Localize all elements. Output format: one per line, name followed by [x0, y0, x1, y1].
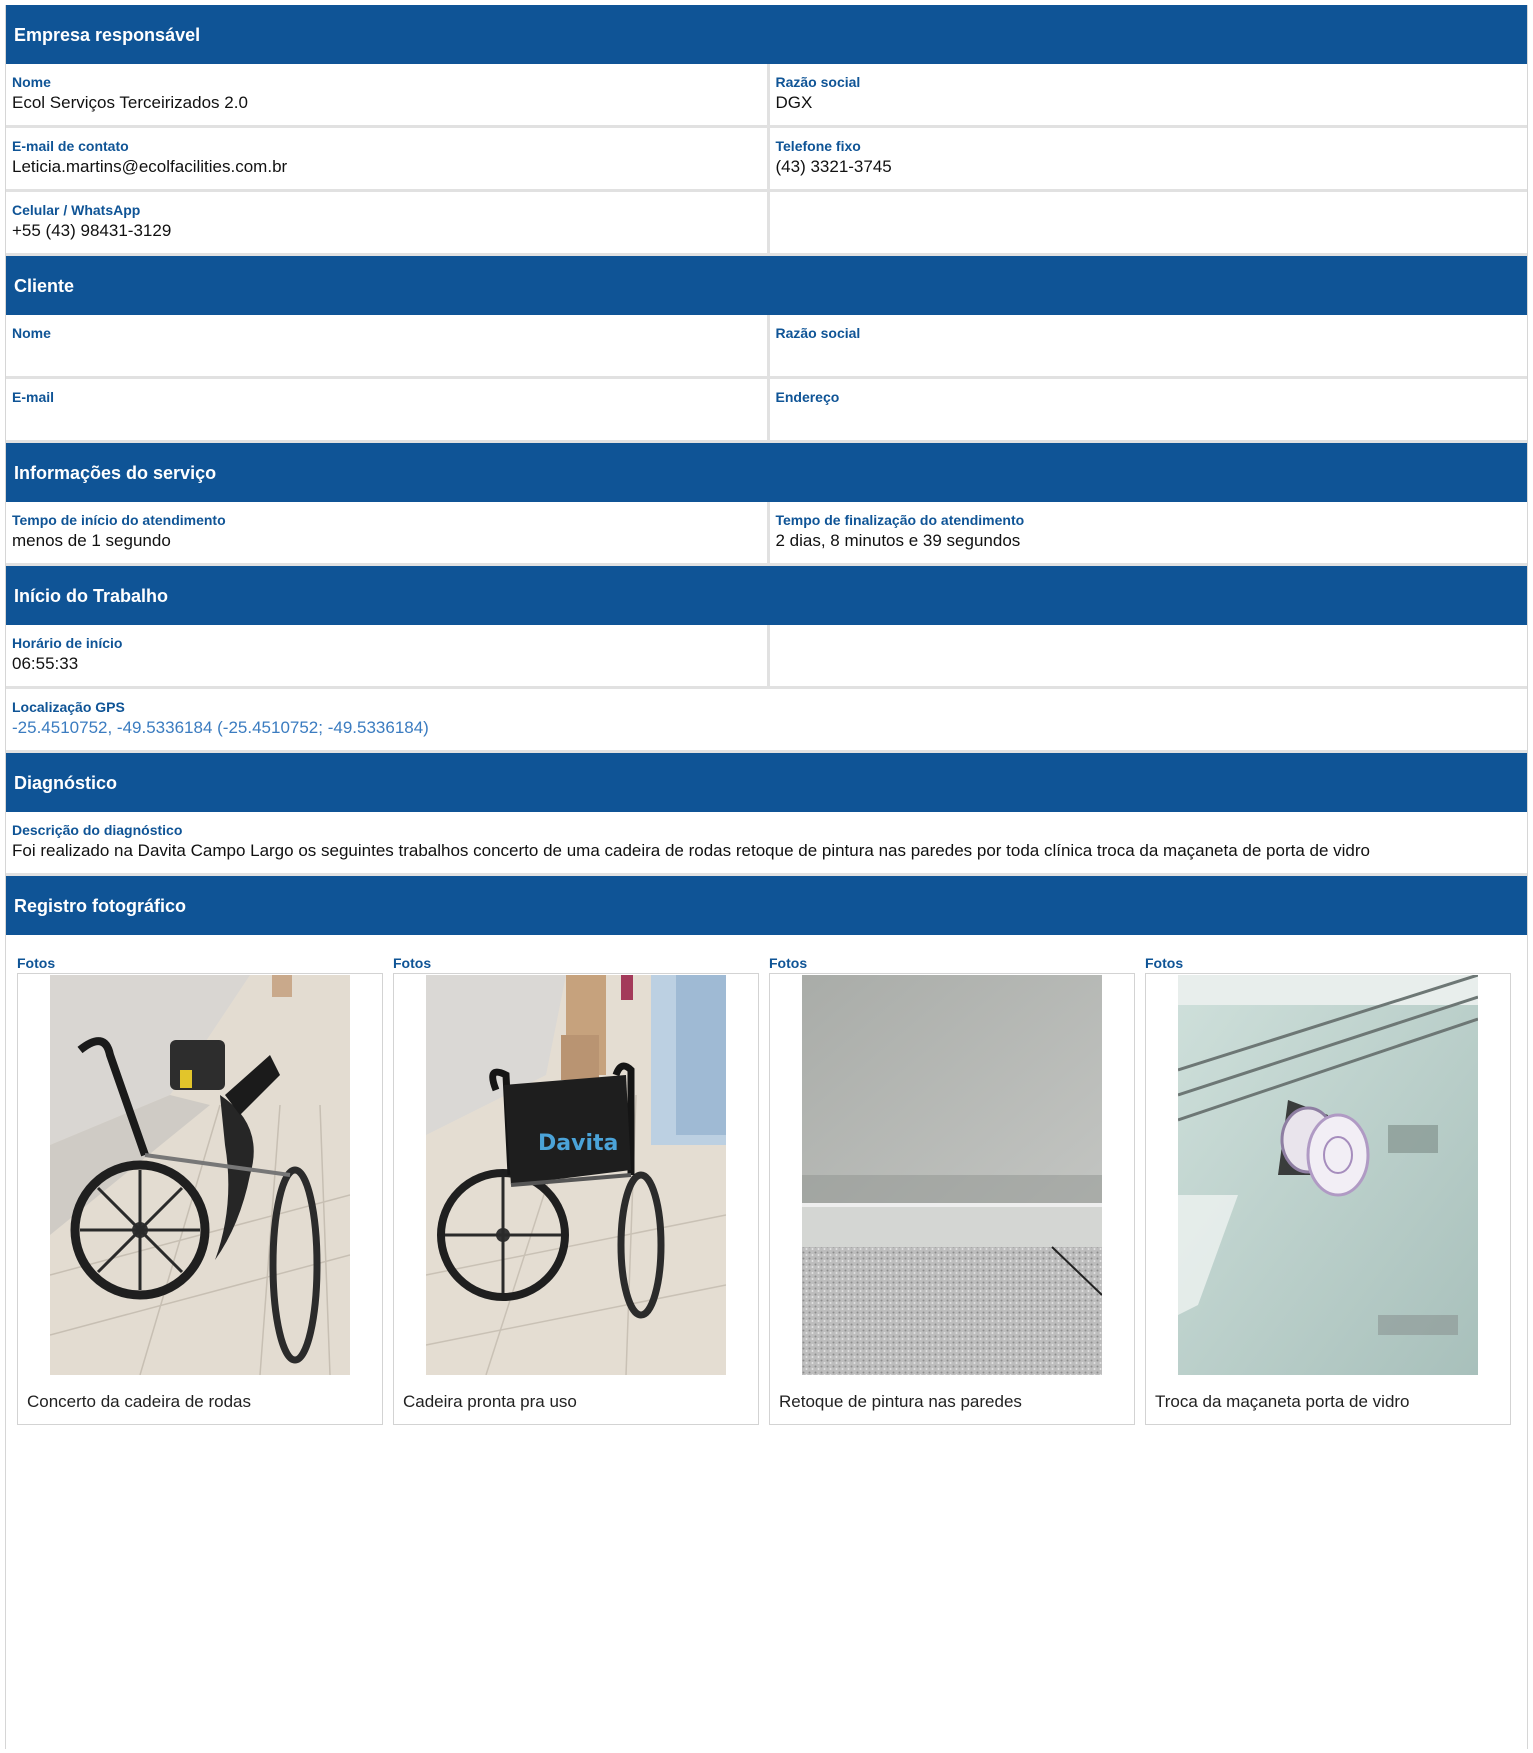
field-value: +55 (43) 98431-3129 — [12, 221, 172, 240]
davita-logo: Davita — [538, 1131, 618, 1156]
field-value — [776, 407, 1522, 429]
photo-caption: Cadeira pronta pra uso — [403, 1392, 577, 1411]
field-value: Ecol Serviços Terceirizados 2.0 — [12, 93, 248, 112]
empresa-telefone-field: Telefone fixo (43) 3321-3745 — [766, 128, 1528, 189]
photo-card[interactable]: Retoque de pintura nas paredes — [769, 973, 1135, 1425]
photo-glass-door-handle[interactable] — [1178, 975, 1478, 1375]
field-label: Tempo de finalização do atendimento — [775, 512, 1025, 528]
section-header-registro: Registro fotográfico — [6, 876, 1527, 935]
field-value: Leticia.martins@ecolfacilities.com.br — [12, 157, 288, 176]
photo-card[interactable]: Concerto da cadeira de rodas — [17, 973, 383, 1425]
empty-cell — [766, 192, 1528, 253]
trabalho-row-2: Localização GPS -25.4510752, -49.5336184… — [6, 689, 1527, 753]
trabalho-gps-field: Localização GPS -25.4510752, -49.5336184… — [6, 689, 1527, 750]
field-label: Endereço — [775, 389, 840, 405]
empresa-row-3: Celular / WhatsApp +55 (43) 98431-3129 — [6, 192, 1527, 256]
empresa-email-field: E-mail de contato Leticia.martins@ecolfa… — [6, 128, 767, 189]
cliente-email-field: E-mail — [6, 379, 767, 440]
photo-label: Fotos — [17, 955, 56, 971]
photo-label: Fotos — [1145, 955, 1184, 971]
report-page: Empresa responsável Nome Ecol Serviços T… — [5, 5, 1528, 1749]
photo-card[interactable]: Davita Cadeira pronta pra uso — [393, 973, 759, 1425]
empresa-nome-field: Nome Ecol Serviços Terceirizados 2.0 — [6, 64, 767, 125]
empresa-row-2: E-mail de contato Leticia.martins@ecolfa… — [6, 128, 1527, 192]
section-header-trabalho: Início do Trabalho — [6, 566, 1527, 625]
photo-label: Fotos — [393, 955, 432, 971]
cliente-row-2: E-mail Endereço — [6, 379, 1527, 443]
photo-wall-paint[interactable] — [802, 975, 1102, 1375]
field-label: Horário de início — [12, 635, 123, 651]
cliente-razao-field: Razão social — [766, 315, 1528, 376]
photo-caption: Concerto da cadeira de rodas — [27, 1392, 251, 1411]
photo-item: Fotos — [769, 935, 1145, 1425]
gps-link[interactable]: -25.4510752, -49.5336184 (-25.4510752; -… — [12, 717, 1521, 739]
photo-item: Fotos — [1145, 935, 1521, 1425]
field-label: Razão social — [775, 325, 861, 341]
servico-inicio-field: Tempo de início do atendimento menos de … — [6, 502, 767, 563]
field-label: E-mail — [12, 389, 55, 405]
section-header-cliente: Cliente — [6, 256, 1527, 315]
photo-wheelchair-repair[interactable] — [50, 975, 350, 1375]
empresa-razao-field: Razão social DGX — [766, 64, 1528, 125]
field-label: E-mail de contato — [12, 138, 129, 154]
field-value: 06:55:33 — [12, 654, 79, 673]
field-label: Celular / WhatsApp — [12, 202, 141, 218]
field-value: 2 dias, 8 minutos e 39 segundos — [775, 531, 1021, 550]
field-value: (43) 3321-3745 — [775, 157, 892, 176]
section-header-empresa: Empresa responsável — [6, 5, 1527, 64]
cliente-row-1: Nome Razão social — [6, 315, 1527, 379]
photo-item: Fotos — [17, 935, 393, 1425]
field-label: Nome — [12, 74, 51, 90]
field-value — [12, 343, 761, 365]
field-value — [776, 343, 1522, 365]
cliente-nome-field: Nome — [6, 315, 767, 376]
photo-label: Fotos — [769, 955, 808, 971]
field-value — [12, 407, 761, 429]
field-label: Tempo de início do atendimento — [12, 512, 226, 528]
field-value: Foi realizado na Davita Campo Largo os s… — [12, 841, 1370, 860]
diagnostico-descricao-field: Descrição do diagnóstico Foi realizado n… — [6, 812, 1527, 873]
field-value: DGX — [775, 93, 813, 112]
photo-caption: Retoque de pintura nas paredes — [779, 1392, 1022, 1411]
photo-card[interactable]: Troca da maçaneta porta de vidro — [1145, 973, 1511, 1425]
photo-wheelchair-ready[interactable]: Davita — [426, 975, 726, 1375]
field-label: Nome — [12, 325, 51, 341]
photo-gallery: Fotos Concerto da cadeira de rodas Fotos… — [6, 935, 1527, 1425]
trabalho-row-1: Horário de início 06:55:33 — [6, 625, 1527, 689]
field-label: Razão social — [775, 74, 861, 90]
field-value: menos de 1 segundo — [12, 531, 171, 550]
field-label: Localização GPS — [12, 699, 125, 715]
empresa-row-1: Nome Ecol Serviços Terceirizados 2.0 Raz… — [6, 64, 1527, 128]
photo-item: Fotos — [393, 935, 769, 1425]
servico-row: Tempo de início do atendimento menos de … — [6, 502, 1527, 566]
field-label: Descrição do diagnóstico — [12, 822, 183, 838]
section-header-servico: Informações do serviço — [6, 443, 1527, 502]
photo-caption: Troca da maçaneta porta de vidro — [1155, 1392, 1410, 1411]
diagnostico-row: Descrição do diagnóstico Foi realizado n… — [6, 812, 1527, 876]
empty-cell — [766, 625, 1528, 686]
servico-fim-field: Tempo de finalização do atendimento 2 di… — [766, 502, 1528, 563]
trabalho-horario-field: Horário de início 06:55:33 — [6, 625, 767, 686]
section-header-diagnostico: Diagnóstico — [6, 753, 1527, 812]
empresa-celular-field: Celular / WhatsApp +55 (43) 98431-3129 — [6, 192, 767, 253]
cliente-endereco-field: Endereço — [766, 379, 1528, 440]
field-label: Telefone fixo — [775, 138, 861, 154]
